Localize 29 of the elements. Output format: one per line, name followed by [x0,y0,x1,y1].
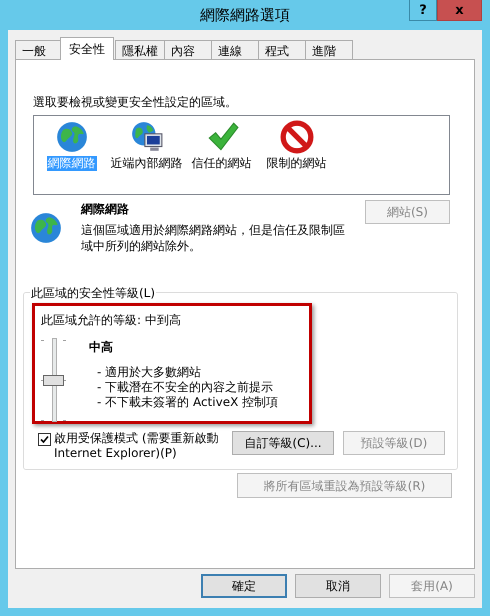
level-button[interactable]: 自訂等級(C)... [232,431,334,455]
allowed-levels-text: 此區域允許的等級: 中到高 [41,312,182,329]
help-button[interactable]: ? [409,0,437,21]
globe-monitor-icon [130,120,164,154]
zone-prompt: 選取要檢視或變更安全性設定的區域。 [33,95,237,109]
level-name: 中高 [89,339,114,356]
level-detail: - 不下載未簽署的 ActiveX 控制項 [97,395,278,410]
tab[interactable]: 隱私權 [115,40,165,60]
zone-title: 網際網路 [81,201,130,218]
zone-item[interactable]: 信任的網站 [190,156,252,171]
globe-icon [29,211,63,245]
close-button[interactable]: x [437,0,482,21]
level-slider[interactable] [41,338,67,422]
zone-item[interactable]: 近端內部網路 [110,156,184,171]
tab[interactable]: 進階 [305,40,353,60]
window-title: 網際網路選項 [200,4,290,26]
zone-description: 這個區域適用於網際網路網站，但是信任及限制區域中所列的網站除外。 [81,222,346,254]
protected-mode-checkbox[interactable] [38,433,51,446]
zone-item[interactable]: 限制的網站 [266,156,328,171]
tab[interactable]: 安全性 [60,37,114,60]
level-detail: - 下載潛在不安全的內容之前提示 [97,380,274,395]
slider-thumb[interactable] [43,375,64,386]
prohibited-icon [280,120,314,154]
level-detail: - 適用於大多數網站 [97,365,202,380]
globe-icon [54,120,88,154]
dialog-button[interactable]: 確定 [201,574,287,598]
group-label: 此區域的安全性等級(L) [30,284,156,302]
dialog-button[interactable]: 取消 [295,574,381,598]
protected-mode-label: 啟用受保護模式 (需要重新啟動 Internet Explorer)(P) [54,431,220,461]
